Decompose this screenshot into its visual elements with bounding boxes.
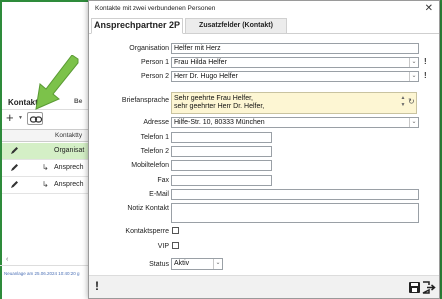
kontaktsperre-label: Kontaktsperre <box>125 228 169 235</box>
edit-pencil-icon[interactable] <box>10 180 19 189</box>
save-icon[interactable] <box>409 282 420 293</box>
mobiltelefon-field[interactable] <box>171 160 272 171</box>
mobiltelefon-label: Mobiltelefon <box>131 162 169 169</box>
row-type-text: Ansprech <box>54 181 84 188</box>
telefon2-label: Telefon 2 <box>140 148 169 155</box>
briefansprache-field[interactable]: Sehr geehrte Frau Helfer, sehr geehrter … <box>171 92 417 114</box>
person1-label: Person 1 <box>140 59 169 66</box>
table-row[interactable]: ↳ Ansprech <box>2 177 88 194</box>
notiz-label: Notiz Kontakt <box>127 205 169 212</box>
chevron-down-icon[interactable]: ⌄ <box>213 259 222 269</box>
link-contacts-button[interactable] <box>27 112 43 125</box>
chevron-down-icon[interactable]: ⌄ <box>409 72 418 81</box>
person1-select[interactable]: Frau Hilda Helfer ⌄ <box>171 57 419 68</box>
dialog-tabs: Ansprechpartner 2P Zusatzfelder (Kontakt… <box>89 18 439 34</box>
status-select[interactable]: Aktiv ⌄ <box>171 258 223 270</box>
status-label: Status <box>149 261 169 268</box>
fax-field[interactable] <box>171 175 272 186</box>
person1-value: Frau Hilda Helfer <box>174 59 227 66</box>
background-title-strip <box>2 2 88 24</box>
row-type-text: Organisat <box>54 147 85 154</box>
row-type-text: Ansprech <box>54 164 84 171</box>
child-arrow-icon: ↳ <box>42 163 49 172</box>
status-value: Aktiv <box>174 260 190 267</box>
person1-warning-icon[interactable]: ! <box>424 57 427 66</box>
briefansprache-spinner-icon[interactable]: ▲ ▼ <box>399 95 407 111</box>
dialog-form: Organisation Helfer mit Herz Person 1 Fr… <box>89 35 439 275</box>
telefon1-label: Telefon 1 <box>140 134 169 141</box>
telefon2-field[interactable] <box>171 146 272 157</box>
organisation-label: Organisation <box>129 45 169 52</box>
edit-pencil-icon[interactable] <box>10 146 19 155</box>
fax-label: Fax <box>157 177 169 184</box>
link-icon <box>29 116 43 123</box>
vip-label: VIP <box>157 243 169 250</box>
briefansprache-label: Briefansprache <box>121 97 169 104</box>
adresse-value: Hilfe-Str. 10, 80333 München <box>174 119 265 126</box>
table-row[interactable]: ↳ Ansprech <box>2 160 88 177</box>
email-label: E-Mail <box>149 191 169 198</box>
column-header-kontakttyp[interactable]: Kontaktty <box>55 132 82 139</box>
record-status-line: Neuanlage am 25.06.2024 10:40:20 g <box>4 271 80 276</box>
dialog-titlebar[interactable]: Kontakte mit zwei verbundenen Personen ✕ <box>89 1 439 18</box>
vip-checkbox[interactable] <box>172 242 179 249</box>
notiz-field[interactable] <box>171 203 419 223</box>
edit-pencil-icon[interactable] <box>10 163 19 172</box>
footer-warning-icon[interactable]: ! <box>95 279 99 293</box>
refresh-icon[interactable]: ↻ <box>408 97 415 106</box>
email-field[interactable] <box>171 189 419 200</box>
add-menu-caret-icon[interactable]: ▼ <box>18 115 23 121</box>
exit-icon[interactable] <box>422 281 436 294</box>
organisation-field[interactable]: Helfer mit Herz <box>171 43 419 54</box>
table-row[interactable]: Organisat <box>2 143 88 160</box>
kontaktsperre-checkbox[interactable] <box>172 227 179 234</box>
green-pointer-arrow-icon <box>35 55 79 110</box>
chevron-down-icon[interactable]: ⌄ <box>409 58 418 67</box>
briefansprache-line2: sehr geehrter Herr Dr. Helfer, <box>174 103 265 110</box>
contact-dialog: Kontakte mit zwei verbundenen Personen ✕… <box>88 0 440 299</box>
person2-label: Person 2 <box>140 73 169 80</box>
scroll-left-arrow-icon[interactable]: ‹ <box>6 256 8 263</box>
chevron-down-icon[interactable]: ⌄ <box>409 118 418 127</box>
person2-value: Herr Dr. Hugo Helfer <box>174 73 238 80</box>
close-icon[interactable]: ✕ <box>425 3 433 15</box>
person2-select[interactable]: Herr Dr. Hugo Helfer ⌄ <box>171 71 419 82</box>
tab-zusatzfelder[interactable]: Zusatzfelder (Kontakt) <box>185 18 287 34</box>
dialog-title: Kontakte mit zwei verbundenen Personen <box>95 5 216 12</box>
tab-ansprechpartner-2p[interactable]: Ansprechpartner 2P <box>91 18 183 34</box>
divider <box>0 265 88 266</box>
adresse-select[interactable]: Hilfe-Str. 10, 80333 München ⌄ <box>171 117 419 128</box>
person2-warning-icon[interactable]: ! <box>424 71 427 80</box>
telefon1-field[interactable] <box>171 132 272 143</box>
add-icon[interactable]: + <box>6 110 14 126</box>
briefansprache-line1: Sehr geehrte Frau Helfer, <box>174 95 253 102</box>
contacts-toolbar <box>2 110 88 128</box>
adresse-label: Adresse <box>143 119 169 126</box>
child-arrow-icon: ↳ <box>42 180 49 189</box>
dialog-footer: ! <box>89 275 439 298</box>
